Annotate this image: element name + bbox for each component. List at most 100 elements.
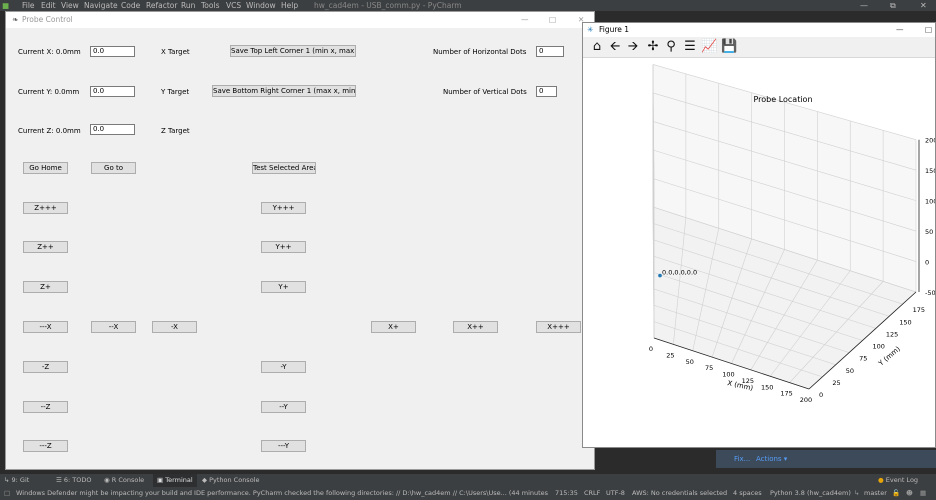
home-icon[interactable]: ⌂: [589, 39, 605, 55]
status-message[interactable]: Windows Defender might be impacting your…: [16, 487, 549, 500]
status-line-separator[interactable]: CRLF: [584, 487, 600, 500]
figure-maximize-icon[interactable]: □: [925, 23, 932, 37]
x-tick-label: 50: [686, 358, 694, 366]
todo-icon: ☰: [56, 476, 64, 484]
x-target-label: X Target: [161, 48, 190, 56]
z-minus-2-button[interactable]: --Z: [23, 401, 68, 413]
menu-window[interactable]: Window: [246, 0, 276, 11]
zoom-icon[interactable]: ⚲: [663, 39, 679, 55]
branch-icon: ↳: [854, 489, 860, 497]
z-plus-3-button[interactable]: Z+++: [23, 202, 68, 214]
y-plus-2-button[interactable]: Y++: [261, 241, 306, 253]
probe-minimize-icon[interactable]: —: [521, 12, 529, 28]
z-entry[interactable]: 0.0: [90, 124, 135, 135]
x-plus-3-button[interactable]: X+++: [536, 321, 581, 333]
status-git-branch[interactable]: master: [864, 487, 887, 500]
y-plus-3-button[interactable]: Y+++: [261, 202, 306, 214]
probe-control-window: ❧ Probe Control — □ ✕ Current X: 0.0mm 0…: [5, 11, 595, 470]
z-plus-2-button[interactable]: Z++: [23, 241, 68, 253]
z-minus-1-button[interactable]: -Z: [23, 361, 68, 373]
figure-window: ✳ Figure 1 — □ ⌂ 🡨 🡪 ✢ ⚲ ☰ 📈 💾 0 25 50 75 10…: [582, 22, 936, 448]
x-tick-label: 25: [666, 351, 674, 359]
menu-file[interactable]: File: [22, 0, 35, 11]
status-aws[interactable]: AWS: No credentials selected: [632, 487, 727, 500]
z-tick-label: -50: [925, 289, 935, 297]
vertical-dots-entry[interactable]: 0: [536, 86, 557, 97]
z-minus-3-button[interactable]: ---Z: [23, 440, 68, 452]
menu-run[interactable]: Run: [181, 0, 195, 11]
probe-point-label: 0.0,0.0,0.0: [662, 269, 697, 277]
forward-arrow-icon[interactable]: 🡪: [625, 39, 641, 55]
go-to-button[interactable]: Go to: [91, 162, 136, 174]
status-indent[interactable]: 4 spaces: [733, 487, 762, 500]
tool-tab-todo[interactable]: ☰ 6: TODO: [56, 474, 92, 487]
y-minus-2-button[interactable]: --Y: [261, 401, 306, 413]
x-plus-1-button[interactable]: X+: [371, 321, 416, 333]
status-interpreter[interactable]: Python 3.8 (hw_cad4em): [770, 487, 851, 500]
y-minus-3-button[interactable]: ---Y: [261, 440, 306, 452]
x-plus-2-button[interactable]: X++: [453, 321, 498, 333]
edit-axis-icon[interactable]: 📈: [701, 39, 717, 55]
y-tick-label: 0: [819, 391, 823, 399]
y-tick-label: 25: [832, 379, 840, 387]
x-minus-2-button[interactable]: --X: [91, 321, 136, 333]
tool-tab-event-log[interactable]: ● Event Log: [878, 474, 918, 487]
status-encoding[interactable]: UTF-8: [606, 487, 625, 500]
ide-close-icon[interactable]: ✕: [920, 0, 927, 11]
z-tick-label: 100: [925, 198, 935, 206]
ide-minimize-icon[interactable]: —: [860, 0, 868, 11]
probe-titlebar: ❧ Probe Control — □ ✕: [6, 12, 594, 28]
tool-tab-python-console[interactable]: ◆ Python Console: [202, 474, 259, 487]
ide-menubar: ■ File Edit View Navigate Code Refactor …: [0, 0, 936, 11]
go-home-button[interactable]: Go Home: [23, 162, 68, 174]
memory-icon[interactable]: ▦: [920, 487, 926, 500]
menu-navigate[interactable]: Navigate: [84, 0, 118, 11]
y-tick-label: 75: [859, 355, 867, 363]
y-entry[interactable]: 0.0: [90, 86, 135, 97]
tool-tab-terminal[interactable]: ▣ Terminal: [153, 474, 197, 487]
x-entry[interactable]: 0.0: [90, 46, 135, 57]
menu-code[interactable]: Code: [121, 0, 140, 11]
figure-window-title: Figure 1: [599, 25, 630, 34]
menu-edit[interactable]: Edit: [41, 0, 56, 11]
notification-fix-link[interactable]: Fix...: [734, 450, 750, 468]
menu-tools[interactable]: Tools: [201, 0, 219, 11]
menu-refactor[interactable]: Refactor: [146, 0, 177, 11]
status-caret-position[interactable]: 715:35: [555, 487, 578, 500]
save-icon[interactable]: 💾: [721, 39, 737, 55]
lock-icon[interactable]: 🔓: [892, 487, 900, 500]
z-tick-label: 150: [925, 167, 935, 175]
tool-tab-r-console[interactable]: ◉ R Console: [104, 474, 144, 487]
menu-help[interactable]: Help: [281, 0, 298, 11]
horizontal-dots-entry[interactable]: 0: [536, 46, 564, 57]
ide-tool-window-tabs: ↳ 9: Git ☰ 6: TODO ◉ R Console ▣ Termina…: [0, 474, 936, 487]
menu-vcs[interactable]: VCS: [226, 0, 241, 11]
x-minus-1-button[interactable]: -X: [152, 321, 197, 333]
y-minus-1-button[interactable]: -Y: [261, 361, 306, 373]
git-icon: ↳: [4, 476, 12, 484]
z-tick-label: 50: [925, 228, 933, 236]
x-tick-label: 0: [649, 345, 653, 353]
z-plus-1-button[interactable]: Z+: [23, 281, 68, 293]
z-tick-label: 0: [925, 259, 929, 267]
save-bottom-right-button[interactable]: Save Bottom Right Corner 1 (max x, min y…: [212, 85, 356, 97]
inspector-icon[interactable]: ☻: [906, 487, 913, 500]
event-log-icon: ●: [878, 476, 886, 484]
save-top-left-button[interactable]: Save Top Left Corner 1 (min x, max y): [230, 45, 356, 57]
test-selected-area-button[interactable]: Test Selected Area: [252, 162, 316, 174]
probe-maximize-icon[interactable]: □: [549, 12, 556, 28]
status-toggle-icon[interactable]: □: [4, 487, 10, 500]
figure-titlebar: ✳ Figure 1 — □: [583, 23, 935, 37]
ide-restore-icon[interactable]: ⧉: [890, 0, 896, 11]
menu-view[interactable]: View: [61, 0, 79, 11]
figure-minimize-icon[interactable]: —: [896, 23, 904, 37]
vertical-dots-label: Number of Vertical Dots: [443, 88, 527, 96]
tool-tab-git[interactable]: ↳ 9: Git: [4, 474, 29, 487]
back-arrow-icon[interactable]: 🡨: [607, 39, 623, 55]
y-plus-1-button[interactable]: Y+: [261, 281, 306, 293]
x-minus-3-button[interactable]: ---X: [23, 321, 68, 333]
configure-subplots-icon[interactable]: ☰: [682, 39, 698, 55]
notification-actions-link[interactable]: Actions ▾: [756, 450, 787, 468]
probe-location-plot[interactable]: 0255075100125150175200025507510012515017…: [583, 58, 935, 447]
pan-icon[interactable]: ✢: [645, 39, 661, 55]
